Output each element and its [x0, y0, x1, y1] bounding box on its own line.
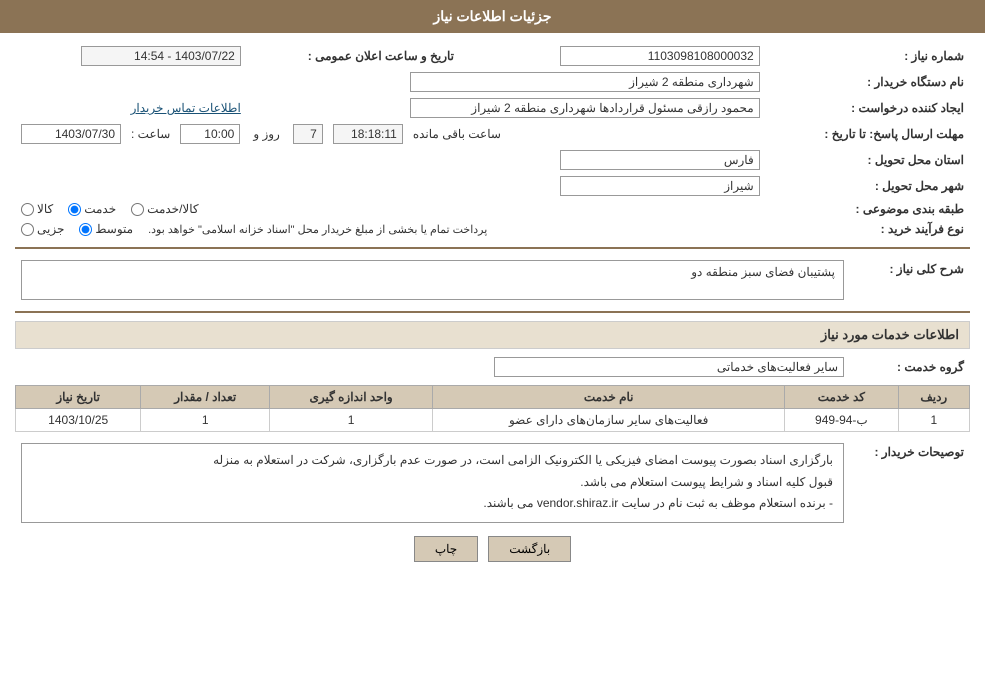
main-content: شماره نیاز : 1103098108000032 تاریخ و سا…	[0, 33, 985, 582]
shahr-input: شیراز	[560, 176, 760, 196]
tabaghe-khedmat-label: خدمت	[84, 202, 116, 216]
khadamat-grid: ردیف کد خدمت نام خدمت واحد اندازه گیری ت…	[15, 385, 970, 432]
cell-vahed: 1	[270, 409, 433, 432]
date-input: 1403/07/30	[21, 124, 121, 144]
col-vahed: واحد اندازه گیری	[270, 386, 433, 409]
tozihat-line-3: - برنده استعلام موظف به ثبت نام در سایت …	[32, 493, 833, 515]
name-dastgah-cell: شهرداری منطقه 2 شیراز	[15, 69, 766, 95]
button-row: بازگشت چاپ	[15, 536, 970, 562]
tozihat-line-2: قبول کلیه اسناد و شرایط پیوست استعلام می…	[32, 472, 833, 494]
ijad-konande-input: محمود رازقی مسئول قراردادها شهرداری منطق…	[410, 98, 760, 118]
back-button[interactable]: بازگشت	[488, 536, 571, 562]
shahr-label: شهر محل تحویل :	[766, 173, 970, 199]
sharh-cell: پشتیبان فضای سبز منطقه دو	[15, 257, 850, 303]
tabaghe-kala-option[interactable]: کالا	[21, 202, 53, 216]
shomara-niaz-value: 1103098108000032	[480, 43, 766, 69]
shahr-cell: شیراز	[15, 173, 766, 199]
mohlat-label: مهلت ارسال پاسخ: تا تاریخ :	[766, 121, 970, 147]
shomara-niaz-input: 1103098108000032	[560, 46, 760, 66]
countdown-input: 18:18:11	[333, 124, 403, 144]
shomara-niaz-label: شماره نیاز :	[766, 43, 970, 69]
group-khadamat-input: سایر فعالیت‌های خدماتی	[494, 357, 844, 377]
tabaghe-kala-khedmat-option[interactable]: کالا/خدمت	[131, 202, 198, 216]
tarikh-elan-label: تاریخ و ساعت اعلان عمومی :	[247, 43, 460, 69]
saat-input: 10:00	[180, 124, 240, 144]
now-jozee-radio[interactable]	[21, 223, 34, 236]
cell-tedad: 1	[141, 409, 270, 432]
now-description: پرداخت تمام یا بخشی از مبلغ خریدار محل "…	[148, 223, 487, 236]
info-table-top: شماره نیاز : 1103098108000032 تاریخ و سا…	[15, 43, 970, 239]
page-wrapper: جزئیات اطلاعات نیاز شماره نیاز : 1103098…	[0, 0, 985, 691]
mohlat-row: 1403/07/30 ساعت : 10:00 روز و 7 18:18:11…	[15, 121, 766, 147]
tabaghe-khedmat-option[interactable]: خدمت	[68, 202, 116, 216]
page-header: جزئیات اطلاعات نیاز	[0, 0, 985, 33]
print-button[interactable]: چاپ	[414, 536, 478, 562]
divider-2	[15, 311, 970, 313]
group-khadamat-cell: سایر فعالیت‌های خدماتی	[15, 354, 850, 380]
tarikh-elan-input: 1403/07/22 - 14:54	[81, 46, 241, 66]
tabaghe-cell: کالا خدمت کالا/خدمت	[15, 199, 766, 219]
tozihat-box: بارگزاری اسناد بصورت پیوست امضای فیزیکی …	[21, 443, 844, 523]
tozihat-label: توصیحات خریدار :	[850, 440, 970, 526]
sharh-label: شرح کلی نیاز :	[850, 257, 970, 303]
tabaghe-kala-khedmat-radio[interactable]	[131, 203, 144, 216]
tabaghe-kala-khedmat-label: کالا/خدمت	[147, 202, 198, 216]
ijad-konande-cell: محمود رازقی مسئول قراردادها شهرداری منطق…	[247, 95, 766, 121]
table-row: 1 ب-94-949 فعالیت‌های سایر سازمان‌های دا…	[16, 409, 970, 432]
name-dastgah-input: شهرداری منطقه 2 شیراز	[410, 72, 760, 92]
tozihat-cell: بارگزاری اسناد بصورت پیوست امضای فیزیکی …	[15, 440, 850, 526]
ostan-label: استان محل تحویل :	[766, 147, 970, 173]
now-farayand-cell: جزیی متوسط پرداخت تمام یا بخشی از مبلغ خ…	[15, 219, 766, 239]
col-tarikh: تاریخ نیاز	[16, 386, 141, 409]
roz-input: 7	[293, 124, 323, 144]
khadamat-section-title: اطلاعات خدمات مورد نیاز	[15, 321, 970, 349]
name-dastgah-label: نام دستگاه خریدار :	[766, 69, 970, 95]
tozihat-table: توصیحات خریدار : بارگزاری اسناد بصورت پی…	[15, 440, 970, 526]
now-jozee-option[interactable]: جزیی	[21, 222, 64, 236]
now-farayand-label: نوع فرآیند خرید :	[766, 219, 970, 239]
tabaghe-kala-radio[interactable]	[21, 203, 34, 216]
now-motavasset-option[interactable]: متوسط	[79, 222, 133, 236]
col-name: نام خدمت	[433, 386, 785, 409]
etelaate-tamas-link[interactable]: اطلاعات تماس خریدار	[131, 101, 241, 115]
cell-tarikh: 1403/10/25	[16, 409, 141, 432]
sharh-input: پشتیبان فضای سبز منطقه دو	[21, 260, 844, 300]
cell-kod: ب-94-949	[785, 409, 898, 432]
col-radif: ردیف	[898, 386, 969, 409]
now-jozee-label: جزیی	[37, 222, 64, 236]
sharh-table: شرح کلی نیاز : پشتیبان فضای سبز منطقه دو	[15, 257, 970, 303]
roz-label: روز و	[253, 127, 280, 141]
ostan-input: فارس	[560, 150, 760, 170]
divider-1	[15, 247, 970, 249]
cell-radif: 1	[898, 409, 969, 432]
tabaghe-kala-label: کالا	[37, 202, 53, 216]
cell-name: فعالیت‌های سایر سازمان‌های دارای عضو	[433, 409, 785, 432]
tozihat-line-1: بارگزاری اسناد بصورت پیوست امضای فیزیکی …	[32, 450, 833, 472]
now-motavasset-radio[interactable]	[79, 223, 92, 236]
tabaghe-khedmat-radio[interactable]	[68, 203, 81, 216]
group-khadamat-label: گروه خدمت :	[850, 354, 970, 380]
saat-mande-label: ساعت باقی مانده	[413, 127, 501, 141]
col-tedad: تعداد / مقدار	[141, 386, 270, 409]
header-title: جزئیات اطلاعات نیاز	[433, 8, 551, 24]
etelaate-tamas-cell: اطلاعات تماس خریدار	[15, 95, 247, 121]
ostan-cell: فارس	[15, 147, 766, 173]
col-kod: کد خدمت	[785, 386, 898, 409]
saat-label: ساعت :	[131, 127, 170, 141]
now-motavasset-label: متوسط	[95, 222, 133, 236]
ijad-konande-label: ایجاد کننده درخواست :	[766, 95, 970, 121]
tabaghe-label: طبقه بندی موضوعی :	[766, 199, 970, 219]
tarikh-elan-value: 1403/07/22 - 14:54	[15, 43, 247, 69]
group-khadamat-table: گروه خدمت : سایر فعالیت‌های خدماتی	[15, 354, 970, 380]
